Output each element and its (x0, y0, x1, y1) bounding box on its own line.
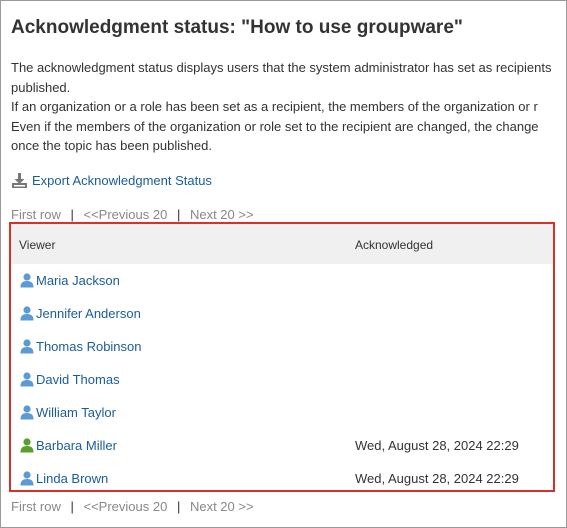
viewer-link[interactable]: Linda Brown (19, 470, 108, 486)
column-header-viewer: Viewer (19, 238, 56, 252)
pager-separator: | (70, 207, 74, 222)
user-icon (20, 405, 34, 420)
table-row: Jennifer Anderson (11, 297, 553, 330)
description-line: Even if the members of the organization … (11, 118, 539, 134)
viewer-link[interactable]: Maria Jackson (19, 272, 120, 288)
viewer-name: Maria Jackson (36, 272, 120, 288)
table-row: Barbara Miller Wed, August 28, 2024 22:2… (11, 429, 553, 462)
description: The acknowledgment status displays users… (11, 58, 566, 156)
pager-separator: | (70, 499, 74, 514)
pager-separator: | (176, 499, 181, 514)
first-row-link[interactable]: First row (11, 499, 61, 514)
export-acknowledgment-status-link[interactable]: Export Acknowledgment Status (11, 170, 212, 190)
column-header-acknowledged: Acknowledged (355, 238, 434, 252)
viewer-name: Thomas Robinson (36, 338, 142, 354)
table-row: Maria Jackson (11, 264, 553, 297)
viewer-link[interactable]: Barbara Miller (19, 437, 117, 453)
description-line: If an organization or a role has been se… (11, 99, 538, 114)
viewer-name: William Taylor (36, 404, 116, 420)
user-icon (20, 339, 34, 354)
table-row: Linda Brown Wed, August 28, 2024 22:29 (11, 462, 553, 490)
viewer-name: Barbara Miller (36, 437, 117, 453)
viewer-name: David Thomas (36, 371, 120, 387)
user-icon (20, 471, 34, 486)
viewer-link[interactable]: Jennifer Anderson (19, 305, 141, 321)
viewer-name: Linda Brown (36, 470, 109, 486)
user-icon (20, 273, 34, 288)
pager-top: First row | <<Previous 20 | Next 20 >> (11, 207, 254, 222)
user-icon (20, 372, 34, 387)
viewer-link[interactable]: David Thomas (19, 371, 120, 387)
description-line: published. (11, 79, 71, 95)
acknowledgment-table: Viewer Acknowledged Maria Jackson Jennif… (9, 222, 555, 492)
table-row: William Taylor (11, 396, 553, 429)
table-row: David Thomas (11, 363, 553, 396)
acknowledged-time: Wed, August 28, 2024 22:29 (355, 471, 519, 486)
pager-separator: | (176, 207, 181, 222)
table-header: Viewer Acknowledged (11, 224, 553, 264)
next-20-link[interactable]: Next 20 >> (190, 207, 254, 222)
user-icon (20, 306, 34, 321)
next-20-link[interactable]: Next 20 >> (190, 499, 254, 514)
user-icon (20, 438, 34, 453)
acknowledged-time: Wed, August 28, 2024 22:29 (355, 438, 519, 453)
previous-20-link[interactable]: <<Previous 20 (83, 499, 167, 514)
export-label: Export Acknowledgment Status (32, 172, 212, 188)
first-row-link[interactable]: First row (11, 207, 61, 222)
description-line: once the topic has been published. (11, 138, 212, 153)
download-icon (12, 172, 27, 188)
viewer-name: Jennifer Anderson (36, 305, 141, 321)
viewer-link[interactable]: Thomas Robinson (19, 338, 142, 354)
previous-20-link[interactable]: <<Previous 20 (83, 207, 167, 222)
pager-bottom: First row | <<Previous 20 | Next 20 >> (11, 499, 254, 514)
viewer-link[interactable]: William Taylor (19, 404, 116, 420)
page-title: Acknowledgment status: "How to use group… (11, 17, 463, 38)
description-line: The acknowledgment status displays users… (11, 60, 552, 75)
acknowledgment-status-panel: Acknowledgment status: "How to use group… (0, 0, 567, 528)
table-row: Thomas Robinson (11, 330, 553, 363)
